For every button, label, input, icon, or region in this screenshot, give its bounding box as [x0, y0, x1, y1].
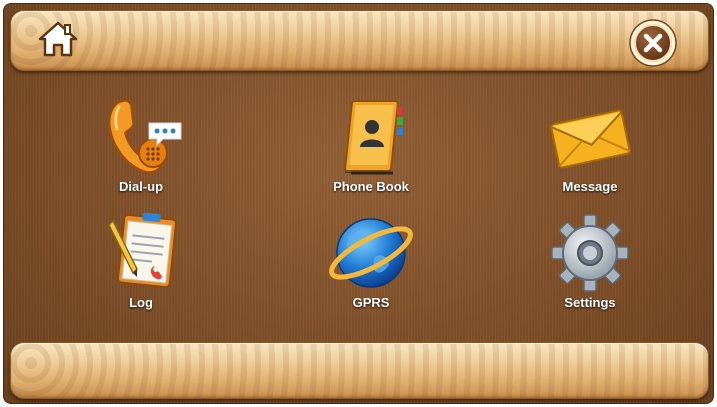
bottom-bar: [10, 342, 709, 399]
phone-handset-icon: [108, 99, 182, 174]
app-settings[interactable]: Settings: [530, 209, 650, 310]
main-screen: Dial-up Phone Book Message Log GPRS Sett…: [3, 3, 714, 404]
app-label: Phone Book: [333, 179, 409, 194]
app-gprs[interactable]: GPRS: [311, 209, 431, 310]
globe-icon: [329, 218, 413, 288]
app-label: Settings: [564, 295, 616, 310]
envelope-icon: [550, 109, 631, 169]
app-message[interactable]: Message: [530, 93, 650, 194]
app-label: GPRS: [352, 295, 390, 310]
call-log-clipboard-icon: [108, 212, 178, 289]
home-icon: [38, 21, 78, 57]
app-label: Log: [129, 295, 153, 310]
home-button[interactable]: [36, 19, 80, 59]
app-log[interactable]: Log: [81, 209, 201, 310]
top-bar: [10, 10, 709, 71]
phone-book-icon: [344, 100, 403, 175]
close-button[interactable]: [628, 18, 678, 68]
app-phone-book[interactable]: Phone Book: [311, 93, 431, 194]
gear-icon: [551, 214, 629, 292]
app-dial-up[interactable]: Dial-up: [81, 93, 201, 194]
close-icon: [629, 19, 677, 67]
app-label: Message: [562, 179, 618, 194]
app-label: Dial-up: [118, 179, 164, 194]
